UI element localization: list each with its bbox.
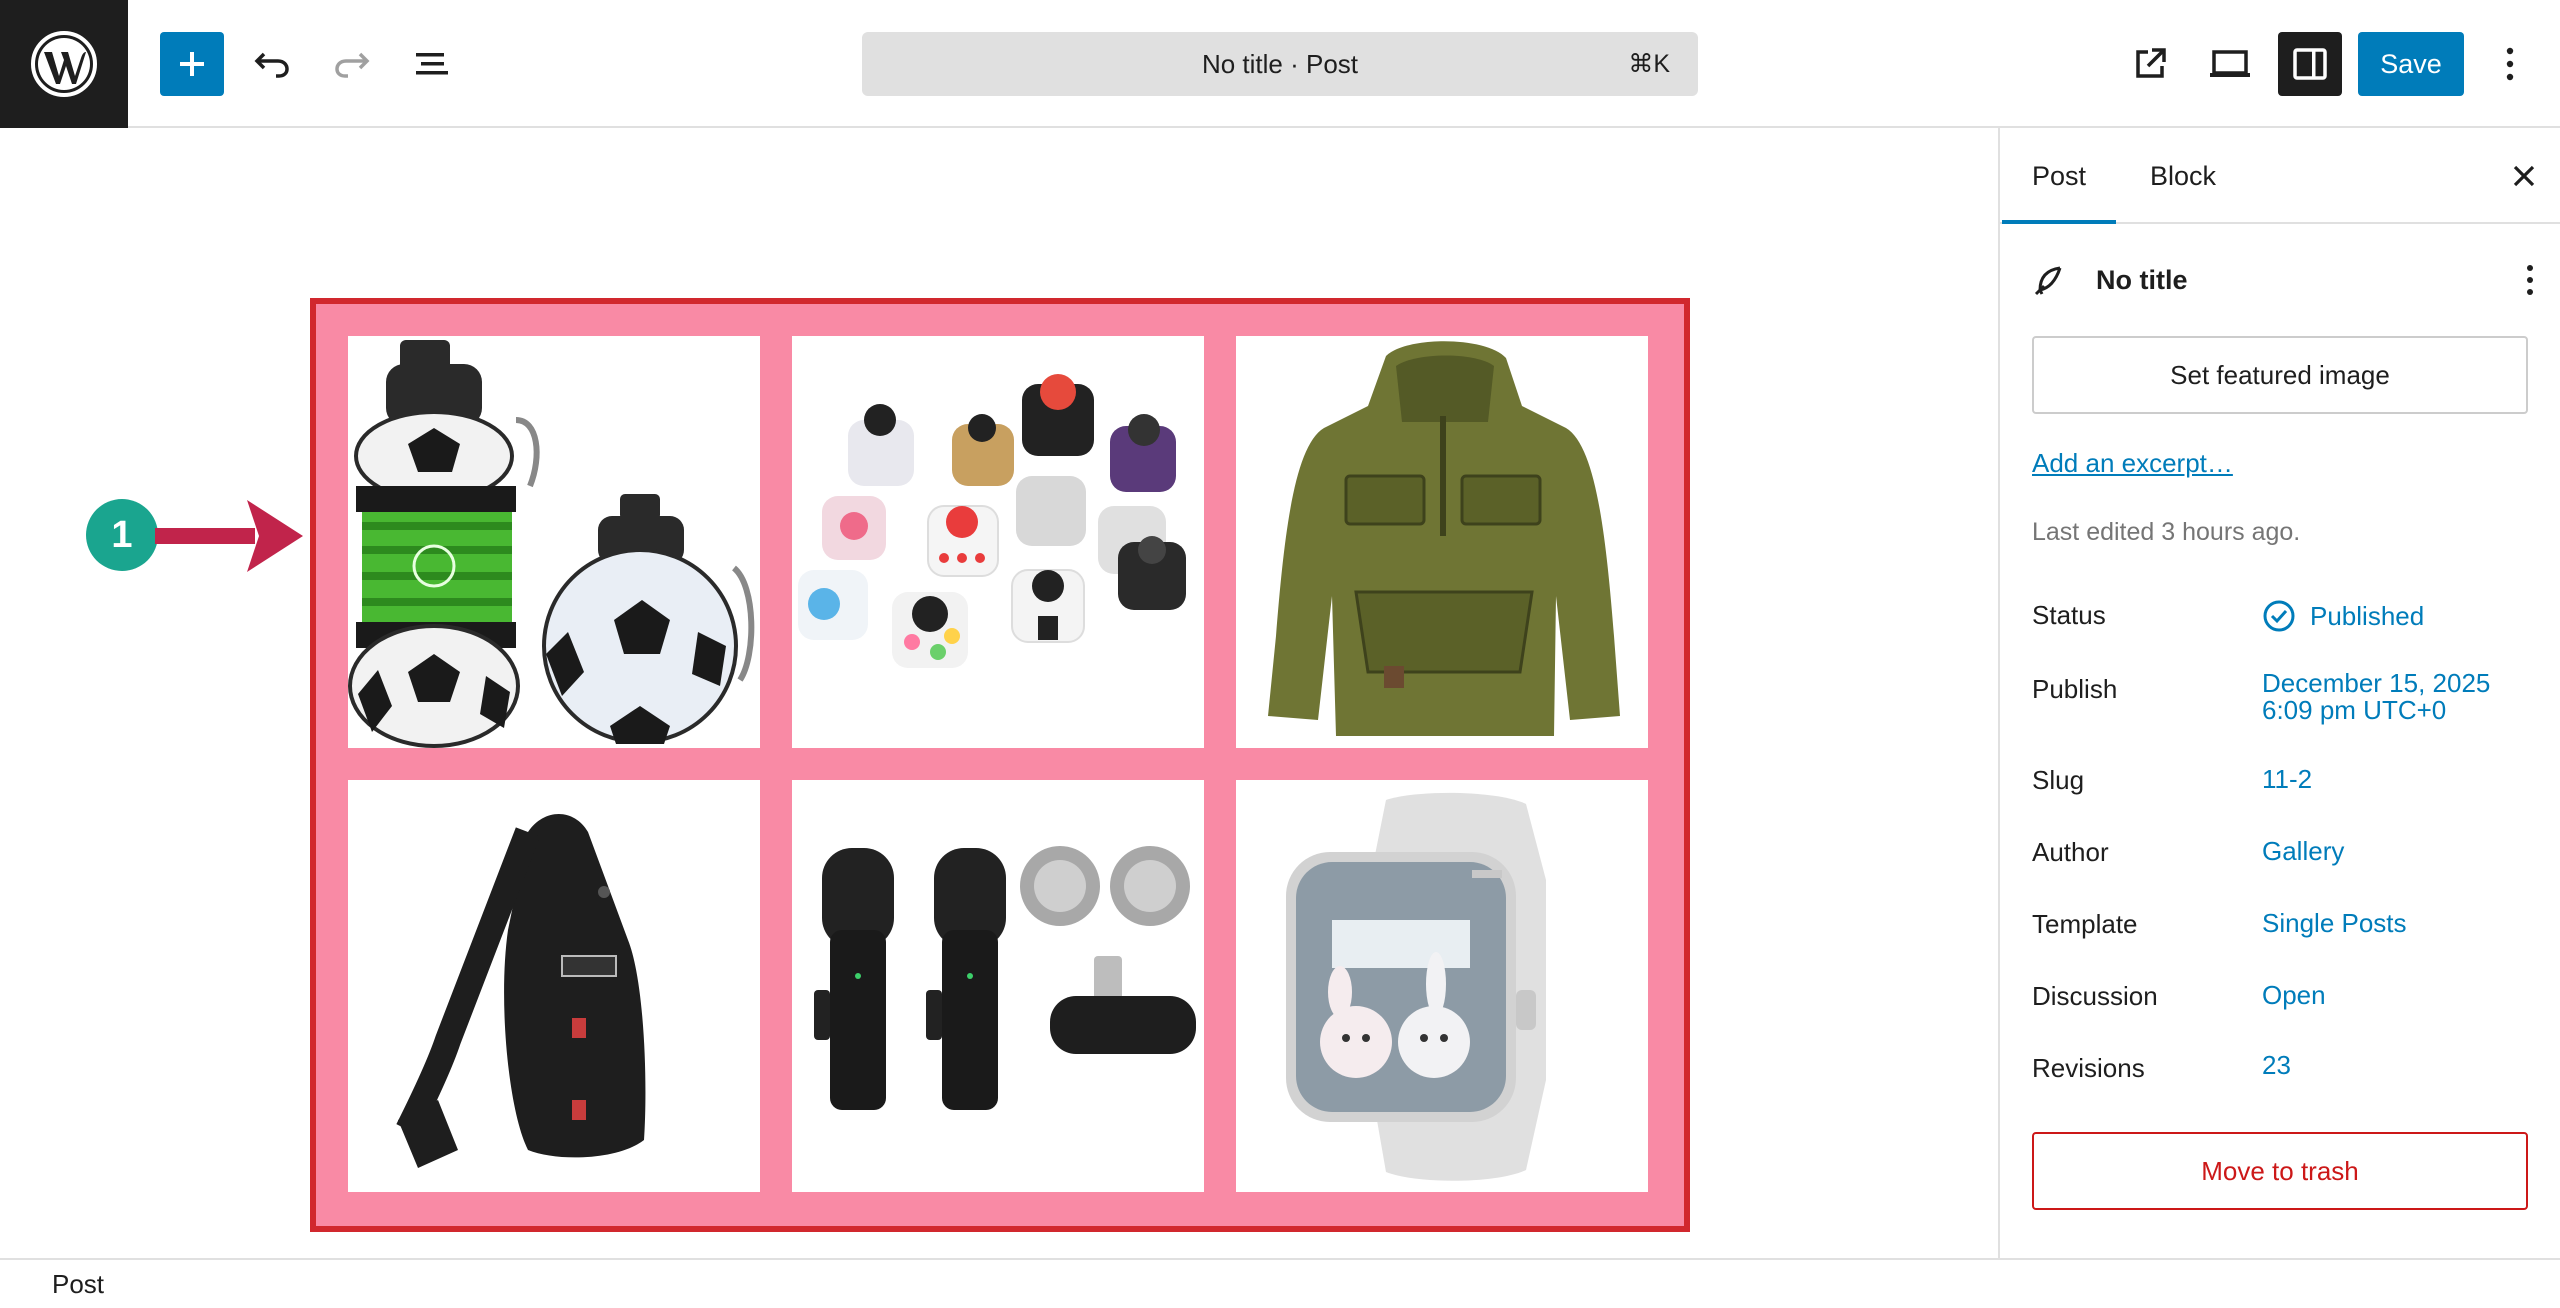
tab-block[interactable]: Block: [2150, 128, 2216, 224]
pointer-arrow-icon: [155, 500, 303, 572]
add-excerpt-link[interactable]: Add an excerpt…: [2032, 448, 2233, 479]
vertical-ellipsis-icon: [2506, 47, 2514, 81]
settings-sidebar: Post Block No title Set featured image A…: [1998, 128, 2560, 1258]
author-value[interactable]: Gallery: [2262, 837, 2344, 866]
sidebar-tabs: Post Block: [2000, 128, 2560, 224]
close-icon: [2513, 165, 2535, 187]
post-feather-icon: [2034, 266, 2062, 296]
published-check-icon: [2263, 600, 2295, 632]
document-overview-button[interactable]: [400, 32, 464, 96]
preview-device-button[interactable]: [2198, 32, 2262, 96]
desktop-icon: [2210, 50, 2250, 77]
black-sling-bag-image: [348, 780, 760, 1192]
tab-post[interactable]: Post: [2032, 128, 2086, 224]
template-value[interactable]: Single Posts: [2262, 909, 2407, 938]
view-post-button[interactable]: [2118, 32, 2182, 96]
breadcrumb-post[interactable]: Post: [52, 1260, 104, 1308]
add-block-button[interactable]: [160, 32, 224, 96]
gallery-image[interactable]: [792, 336, 1204, 748]
revisions-value[interactable]: 23: [2262, 1051, 2291, 1080]
options-menu-button[interactable]: [2478, 32, 2542, 96]
document-title: No title · Post: [1201, 49, 1359, 79]
discussion-label: Discussion: [2032, 981, 2158, 1011]
gallery-block[interactable]: [310, 298, 1690, 1232]
post-actions-menu-icon[interactable]: [2524, 262, 2536, 298]
save-button[interactable]: Save: [2358, 32, 2464, 96]
gallery-image[interactable]: [348, 336, 760, 748]
command-palette-bar[interactable]: No title · Post ⌘K: [862, 32, 1698, 96]
editor-header: No title · Post ⌘K Save: [0, 0, 2560, 128]
wordpress-logo-icon[interactable]: [0, 0, 128, 128]
publish-time-value[interactable]: 6:09 pm UTC+0: [2262, 696, 2446, 725]
redo-icon: [335, 52, 370, 78]
post-summary-header: No title: [2032, 256, 2533, 304]
status-label: Status: [2032, 600, 2106, 630]
publish-date-value[interactable]: December 15, 2025: [2262, 669, 2490, 698]
block-breadcrumb-bar: Post: [0, 1258, 2560, 1308]
discussion-value[interactable]: Open: [2262, 981, 2326, 1010]
plus-icon: [180, 52, 204, 76]
external-link-icon: [2136, 48, 2166, 78]
fidget-cubes-image: [792, 336, 1204, 748]
list-view-icon: [416, 53, 448, 75]
revisions-label: Revisions: [2032, 1053, 2145, 1083]
author-label: Author: [2032, 837, 2109, 867]
gallery-image[interactable]: [348, 780, 760, 1192]
move-to-trash-button[interactable]: Move to trash: [2032, 1132, 2528, 1210]
keyboard-shortcut-hint: ⌘K: [1628, 50, 1670, 78]
editor-canvas[interactable]: 1: [0, 128, 1998, 1258]
slug-label: Slug: [2032, 765, 2085, 795]
template-label: Template: [2032, 909, 2138, 939]
status-value[interactable]: Published: [2310, 602, 2424, 631]
green-hoodie-image: [1236, 336, 1648, 748]
gallery-image[interactable]: [792, 780, 1204, 1192]
post-title: No title: [2096, 265, 2188, 295]
gallery-image[interactable]: [1236, 780, 1648, 1192]
close-sidebar-button[interactable]: [2506, 158, 2542, 194]
active-tab-indicator: [2002, 220, 2116, 224]
wireless-microphones-image: [792, 780, 1204, 1192]
white-smartwatch-image: [1236, 780, 1648, 1192]
sidebar-icon: [2293, 48, 2327, 80]
last-edited-text: Last edited 3 hours ago.: [2032, 518, 2301, 546]
settings-toggle-button[interactable]: [2278, 32, 2342, 96]
redo-button[interactable]: [320, 32, 384, 96]
undo-icon: [254, 52, 289, 78]
slug-value[interactable]: 11-2: [2262, 765, 2312, 794]
undo-button[interactable]: [240, 32, 304, 96]
soccer-water-bottle-image: [348, 336, 760, 748]
set-featured-image-button[interactable]: Set featured image: [2032, 336, 2528, 414]
step-marker-badge: 1: [86, 499, 158, 571]
publish-label: Publish: [2032, 674, 2118, 704]
gallery-image[interactable]: [1236, 336, 1648, 748]
